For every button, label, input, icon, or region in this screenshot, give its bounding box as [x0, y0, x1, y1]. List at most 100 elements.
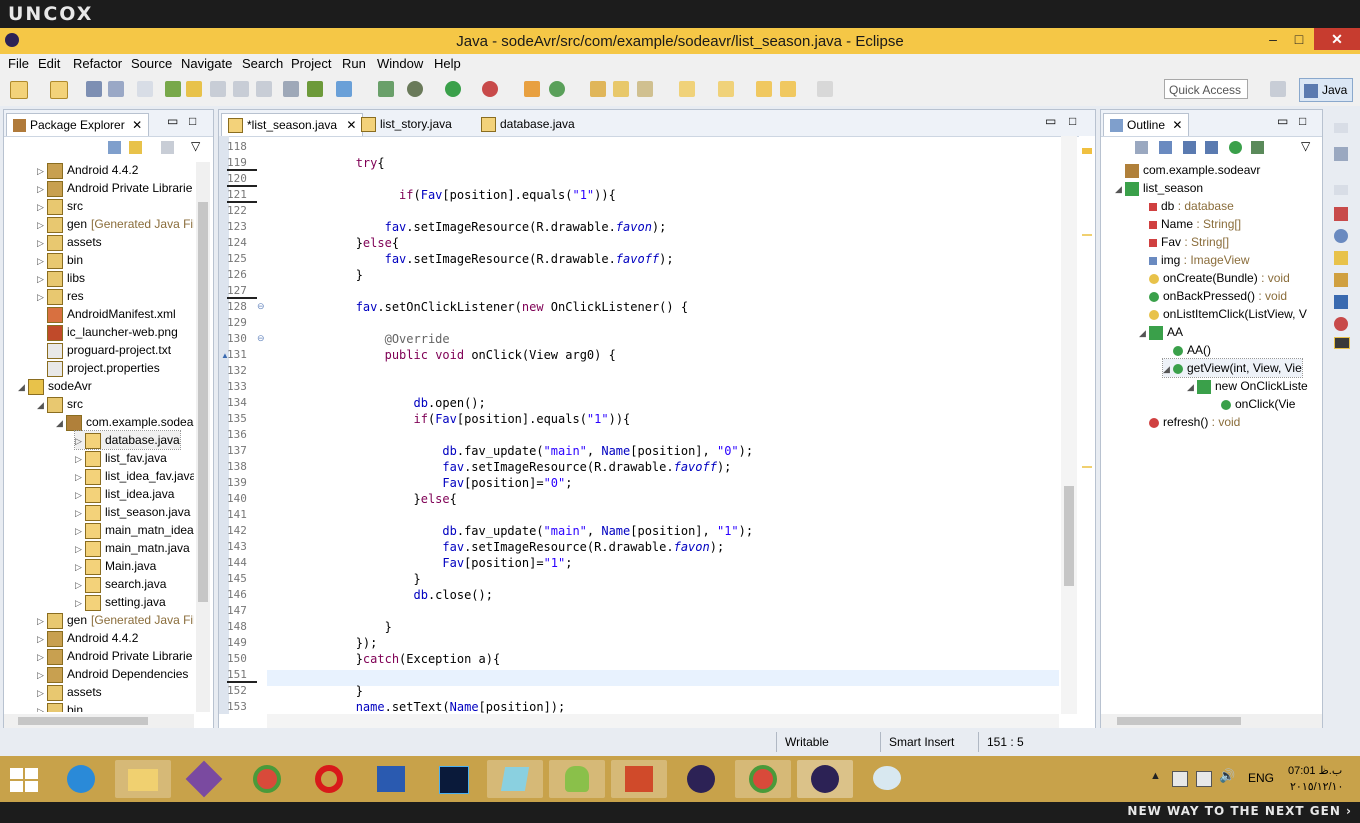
- hide-fields-icon[interactable]: [1183, 141, 1196, 154]
- collapsed-arrow-icon[interactable]: ▷: [37, 612, 47, 630]
- scrollbar-thumb[interactable]: [1117, 717, 1241, 725]
- new-java-project-icon[interactable]: [50, 81, 68, 99]
- collapsed-arrow-icon[interactable]: ▷: [37, 666, 47, 684]
- fold-icon[interactable]: ⊖: [257, 333, 265, 344]
- collapsed-arrow-icon[interactable]: ▷: [37, 216, 47, 234]
- prev-annotation-icon[interactable]: [718, 81, 734, 97]
- expand-arrow-icon[interactable]: ◢: [1163, 360, 1173, 378]
- code-area[interactable]: 118 119 try{120 121 if(Fav[position].equal…: [219, 140, 1061, 714]
- open-perspective-icon[interactable]: [1270, 81, 1286, 97]
- eclipse-taskbar-icon[interactable]: [673, 760, 729, 798]
- outline-item[interactable]: ◢ list_season: [1115, 179, 1203, 197]
- word-icon[interactable]: [363, 760, 419, 798]
- close-icon[interactable]: ✕: [132, 118, 142, 132]
- outline-item[interactable]: ◢ getView(int, View, Vie: [1162, 358, 1303, 378]
- maximize-button[interactable]: □: [1284, 28, 1314, 50]
- chevron-down-icon[interactable]: ▽: [191, 139, 200, 153]
- outline-item[interactable]: ◢ AA: [1139, 323, 1183, 341]
- minimize-view-icon[interactable]: ▭: [167, 114, 178, 128]
- back-icon[interactable]: [780, 81, 796, 97]
- collapsed-arrow-icon[interactable]: ▷: [37, 630, 47, 648]
- outline-item[interactable]: refresh() : void: [1139, 413, 1240, 431]
- collapsed-arrow-icon[interactable]: ▷: [75, 522, 85, 540]
- opera-icon[interactable]: [301, 760, 357, 798]
- save-all-icon[interactable]: [108, 81, 124, 97]
- tree-item[interactable]: ◢ com.example.sodea: [56, 413, 193, 431]
- block-select-icon[interactable]: [256, 81, 272, 97]
- logcat-icon[interactable]: [1334, 317, 1348, 331]
- javadoc-icon[interactable]: [1334, 229, 1348, 243]
- tree-item[interactable]: ▷ list_season.java: [75, 503, 190, 521]
- volume-icon[interactable]: 🔊: [1219, 768, 1235, 784]
- menu-window[interactable]: Window: [377, 56, 423, 71]
- collapsed-arrow-icon[interactable]: ▷: [37, 702, 47, 712]
- debug-icon[interactable]: [407, 81, 423, 97]
- collapsed-arrow-icon[interactable]: ▷: [75, 486, 85, 504]
- menu-search[interactable]: Search: [242, 56, 283, 71]
- tree-item[interactable]: ▷ database.java: [74, 430, 181, 450]
- android-sdk-icon[interactable]: [165, 81, 181, 97]
- start-icon[interactable]: [10, 768, 38, 792]
- expand-arrow-icon[interactable]: ◢: [1139, 324, 1149, 342]
- language-indicator[interactable]: ENG: [1248, 771, 1274, 785]
- vertical-scrollbar[interactable]: [196, 162, 210, 712]
- open-type-icon[interactable]: [590, 81, 606, 97]
- collapsed-arrow-icon[interactable]: ▷: [75, 594, 85, 612]
- powerpoint-icon[interactable]: [611, 760, 667, 798]
- hide-nonpublic-icon[interactable]: [1229, 141, 1242, 154]
- console-icon[interactable]: [1334, 295, 1348, 309]
- tab-outline[interactable]: Outline ✕: [1103, 113, 1190, 136]
- last-edit-icon[interactable]: [756, 81, 772, 97]
- tab-database[interactable]: database.java: [475, 113, 581, 135]
- run-external-tools-icon[interactable]: [482, 81, 498, 97]
- tree-item[interactable]: ◢ sodeAvr: [18, 377, 92, 395]
- android-lint-icon[interactable]: [378, 81, 394, 97]
- tree-item[interactable]: ▷ list_fav.java: [75, 449, 167, 467]
- checklist-icon[interactable]: [336, 81, 352, 97]
- photoshop-icon[interactable]: [425, 760, 481, 798]
- tree-item[interactable]: ▷ assets: [37, 233, 102, 251]
- restore-view-icon[interactable]: [1334, 123, 1348, 133]
- collapsed-arrow-icon[interactable]: ▷: [37, 198, 47, 216]
- tray-expand-icon[interactable]: ▲: [1150, 770, 1161, 782]
- collapsed-arrow-icon[interactable]: ▷: [75, 540, 85, 558]
- chevron-down-icon[interactable]: ▽: [1301, 139, 1310, 153]
- highlight-occurrences-icon[interactable]: [186, 81, 202, 97]
- tree-item[interactable]: ▷ res: [37, 287, 84, 305]
- new-icon[interactable]: [10, 81, 28, 99]
- collapsed-arrow-icon[interactable]: ▷: [37, 648, 47, 666]
- outline-item[interactable]: Fav : String[]: [1139, 233, 1229, 251]
- collapsed-arrow-icon[interactable]: ▷: [75, 450, 85, 468]
- menu-run[interactable]: Run: [342, 56, 366, 71]
- outline-item[interactable]: AA(): [1163, 341, 1211, 359]
- vertical-scrollbar[interactable]: [1061, 136, 1077, 714]
- outline-item[interactable]: onCreate(Bundle) : void: [1139, 269, 1290, 287]
- tree-item[interactable]: ▷ Android 4.4.2: [37, 629, 138, 647]
- menu-source[interactable]: Source: [131, 56, 172, 71]
- tree-item[interactable]: ▷ Android Dependencies: [37, 665, 188, 683]
- tree-item[interactable]: ic_launcher-web.png: [37, 323, 178, 341]
- tree-item[interactable]: ▷ bin: [37, 701, 83, 712]
- search-view-icon[interactable]: [1334, 273, 1348, 287]
- eclipse-taskbar-icon[interactable]: [797, 760, 853, 798]
- collapsed-arrow-icon[interactable]: ◢: [37, 396, 47, 414]
- collapsed-arrow-icon[interactable]: ▷: [37, 270, 47, 288]
- minimize-view-icon[interactable]: ▭: [1277, 114, 1288, 128]
- forward-icon[interactable]: [817, 81, 833, 97]
- visual-studio-icon[interactable]: [177, 760, 233, 798]
- expand-arrow-icon[interactable]: ◢: [1115, 180, 1125, 198]
- open-task-icon[interactable]: [613, 81, 629, 97]
- outline-item[interactable]: Name : String[]: [1139, 215, 1241, 233]
- import-icon[interactable]: [283, 81, 299, 97]
- outline-item[interactable]: onBackPressed() : void: [1139, 287, 1287, 305]
- sort-icon[interactable]: [1159, 141, 1172, 154]
- tree-item[interactable]: ▷ bin: [37, 251, 83, 269]
- tree-item[interactable]: proguard-project.txt: [37, 341, 171, 359]
- tree-item[interactable]: ▷ Android Private Librarie: [37, 179, 192, 197]
- collapsed-arrow-icon[interactable]: ▷: [37, 252, 47, 270]
- tree-item[interactable]: ◢ src: [37, 395, 83, 413]
- outline-item[interactable]: ◢ new OnClickListe: [1187, 377, 1308, 395]
- tree-item[interactable]: ▷ search.java: [75, 575, 166, 593]
- paint-icon[interactable]: [859, 760, 915, 798]
- save-icon[interactable]: [86, 81, 102, 97]
